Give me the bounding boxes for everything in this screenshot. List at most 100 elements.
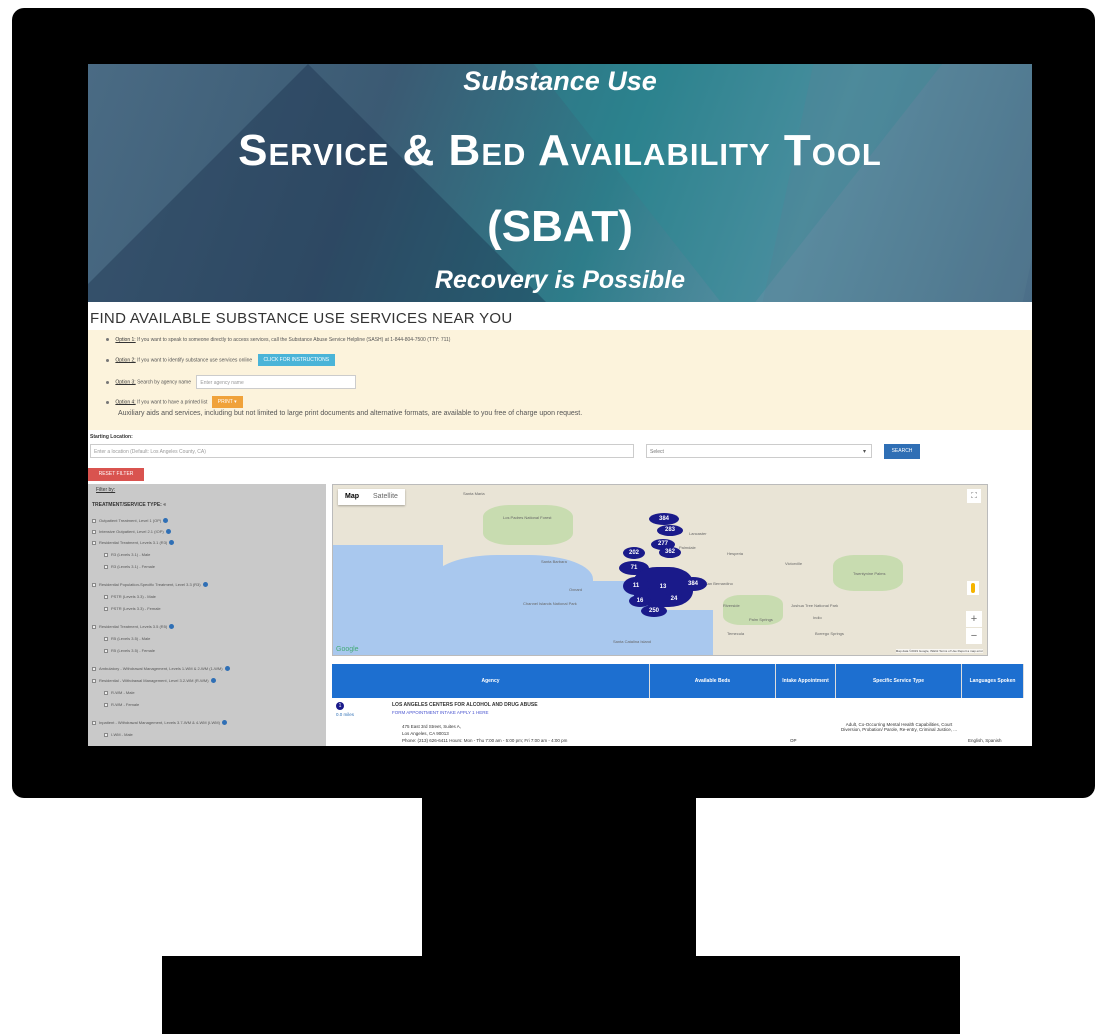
fullscreen-icon[interactable]: ⛶ xyxy=(967,489,981,503)
filter-item[interactable]: PSTR (Levels 3.3) - Male xyxy=(104,594,156,599)
checkbox[interactable] xyxy=(92,518,96,523)
info-icon[interactable] xyxy=(163,518,169,524)
agency-name: LOS ANGELES CENTERS FOR ALCOHOL AND DRUG… xyxy=(392,702,538,708)
option-3-text: Search by agency name xyxy=(137,379,191,386)
map-cluster-marker[interactable]: 250 xyxy=(641,605,667,617)
filter-item[interactable]: R5 (Levels 3.5) - Female xyxy=(104,648,155,653)
info-icon[interactable] xyxy=(224,666,230,672)
filter-item[interactable]: Inpatient - Withdrawal Management, Level… xyxy=(92,720,227,726)
info-icon[interactable] xyxy=(165,529,171,535)
filter-item[interactable]: Ambulatory - Withdrawal Management, Leve… xyxy=(92,666,230,672)
checkbox[interactable] xyxy=(104,564,108,569)
map-cluster-marker[interactable]: 362 xyxy=(659,547,681,558)
agency-name-input[interactable]: Enter agency name xyxy=(196,375,357,389)
zoom-out-button[interactable]: − xyxy=(966,628,982,644)
checkbox[interactable] xyxy=(92,678,96,683)
checkbox[interactable] xyxy=(92,529,96,534)
filter-item-label: Ambulatory - Withdrawal Management, Leve… xyxy=(99,666,223,671)
checkbox[interactable] xyxy=(104,690,108,695)
banner-subtitle: Substance Use xyxy=(463,66,657,96)
info-icon[interactable] xyxy=(221,720,227,726)
agency-hours: Phone: (213) 626-6411 Hours: Mon - Thu 7… xyxy=(402,738,568,743)
checkbox[interactable] xyxy=(92,666,96,671)
map-attribution[interactable]: Map data ©2019 Google, INEGI Terms of Us… xyxy=(895,649,983,653)
info-icon[interactable] xyxy=(210,678,216,684)
filter-item-label: Residential Population-Specific Treatmen… xyxy=(99,582,201,587)
checkbox[interactable] xyxy=(92,540,96,545)
filter-item[interactable]: Residential Treatment, Levels 3.5 (R5) xyxy=(92,624,175,630)
map-widget[interactable]: Santa Maria Los Padres National Forest L… xyxy=(332,484,988,656)
bullet xyxy=(106,380,109,384)
checkbox[interactable] xyxy=(92,624,96,629)
starting-location-label: Starting Location: xyxy=(90,434,133,440)
checkbox[interactable] xyxy=(104,594,108,599)
tab-map[interactable]: Map xyxy=(338,489,366,504)
checkbox[interactable] xyxy=(92,582,96,587)
filter-item[interactable]: Outpatient Treatment, Level 1 (OP) xyxy=(92,518,169,524)
agency-intake-link[interactable]: FORM APPOINTMENT INTAKE APPLY 1 HERE xyxy=(392,710,488,715)
filter-item[interactable]: I-WM - Male xyxy=(104,732,133,737)
filter-item-label: R3 (Levels 3.1) - Female xyxy=(111,564,156,569)
location-pin-icon[interactable]: 1 xyxy=(336,702,344,710)
tab-satellite[interactable]: Satellite xyxy=(366,489,405,504)
auxiliary-note: Auxiliary aids and services, including b… xyxy=(118,410,583,417)
bullet xyxy=(106,358,109,362)
info-icon[interactable] xyxy=(169,540,175,546)
screen: Substance Use Service & Bed Availability… xyxy=(88,64,1032,746)
checkbox[interactable] xyxy=(104,702,108,707)
column-header: Agency xyxy=(332,664,650,698)
map-cluster-marker[interactable]: 11 xyxy=(623,577,649,595)
checkbox[interactable] xyxy=(104,552,108,557)
instructions-button[interactable]: CLICK FOR INSTRUCTIONS xyxy=(257,354,336,366)
print-button[interactable]: PRINT ▾ xyxy=(211,396,243,408)
filter-item-label: Residential - Withdrawal Management, Lev… xyxy=(99,678,209,683)
distance-select[interactable]: Select ▾ xyxy=(646,444,872,458)
filter-item[interactable]: R3 (Levels 3.1) - Male xyxy=(104,552,150,557)
option-2-text: If you want to identify substance use se… xyxy=(137,357,253,364)
map-cluster-marker[interactable]: 384 xyxy=(679,577,707,591)
map-cluster-marker[interactable]: 202 xyxy=(623,547,645,559)
map-cluster-marker[interactable]: 384 xyxy=(649,513,679,525)
filter-item[interactable]: Residential Treatment, Levels 3.1 (R3) xyxy=(92,540,175,546)
search-button[interactable]: SEARCH xyxy=(884,444,920,459)
filter-item[interactable]: Intensive Outpatient, Level 2.1 (IOP) xyxy=(92,529,171,535)
map-cluster-marker[interactable]: 283 xyxy=(657,525,683,536)
banner-tagline: Recovery is Possible xyxy=(434,266,686,294)
agency-address-line1: 475 East 3rd Street, Suites A, xyxy=(402,724,462,729)
checkbox[interactable] xyxy=(104,732,108,737)
zoom-in-button[interactable]: + xyxy=(966,611,982,627)
column-header: Available Beds xyxy=(650,664,776,698)
languages-spoken: English, Spanish xyxy=(968,738,1002,743)
filter-item-label: PSTR (Levels 3.3) - Female xyxy=(111,606,161,611)
reset-filter-button[interactable]: RESET FILTER xyxy=(88,468,144,481)
filter-item[interactable]: Residential Population-Specific Treatmen… xyxy=(92,582,208,588)
option-4-text: If you want to have a printed list xyxy=(137,399,208,406)
map-cluster-marker[interactable]: 16 xyxy=(629,595,651,607)
checkbox[interactable] xyxy=(104,636,108,641)
table-header: Agency Available Beds Intake Appointment… xyxy=(332,664,1024,698)
map-city-label: Victorville xyxy=(785,561,803,566)
option-2-label: Option 2: xyxy=(115,357,136,364)
checkbox[interactable] xyxy=(104,648,108,653)
filter-item[interactable]: R3 (Levels 3.1) - Female xyxy=(104,564,155,569)
filter-item[interactable]: R-WM - Female xyxy=(104,702,139,707)
filter-item[interactable]: Residential - Withdrawal Management, Lev… xyxy=(92,678,216,684)
map-city-label: Santa Catalina Island xyxy=(613,639,652,644)
google-logo: Google xyxy=(336,646,359,653)
info-icon[interactable] xyxy=(202,582,208,588)
hero-banner: Substance Use Service & Bed Availability… xyxy=(88,64,1032,302)
filter-item-label: R-WM - Male xyxy=(111,690,135,695)
filter-item[interactable]: R5 (Levels 3.5) - Male xyxy=(104,636,150,641)
filter-item[interactable]: R-WM - Male xyxy=(104,690,135,695)
filter-item[interactable]: PSTR (Levels 3.3) - Female xyxy=(104,606,161,611)
location-input[interactable]: Enter a location (Default: Los Angeles C… xyxy=(90,444,634,458)
map-city-label: Channel Islands National Park xyxy=(523,601,577,606)
info-icon[interactable] xyxy=(169,624,175,630)
street-view-pegman-icon[interactable] xyxy=(967,581,979,595)
distance-link[interactable]: 0.0 miles xyxy=(336,712,354,717)
checkbox[interactable] xyxy=(104,606,108,611)
filter-item-label: R5 (Levels 3.5) - Female xyxy=(111,648,156,653)
treatment-type-heading[interactable]: TREATMENT/SERVICE TYPE: « xyxy=(92,502,166,508)
checkbox[interactable] xyxy=(92,720,96,725)
map-cluster-marker[interactable]: 24 xyxy=(663,593,685,605)
